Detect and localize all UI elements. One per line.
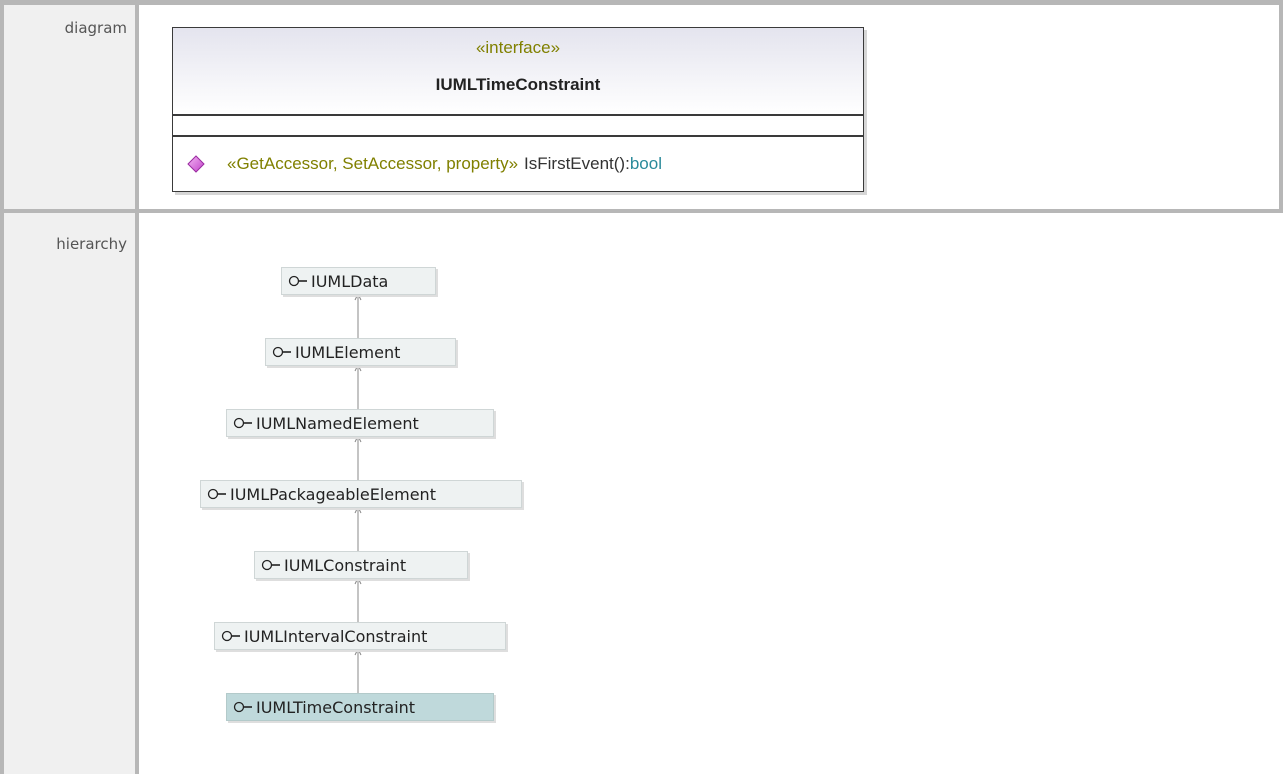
interface-lollipop-icon	[233, 701, 252, 713]
hierarchy-node-iumlelement[interactable]: IUMLElement	[265, 338, 456, 366]
interface-lollipop-icon	[233, 417, 252, 429]
hierarchy-node-iumltimeconstraint-current[interactable]: IUMLTimeConstraint	[226, 693, 494, 721]
hierarchy-node-iumlintervalconstraint[interactable]: IUMLIntervalConstraint	[214, 622, 506, 650]
hierarchy-node-iumlpackageableelement[interactable]: IUMLPackageableElement	[200, 480, 522, 508]
hierarchy-node-label: IUMLData	[311, 271, 389, 291]
generalization-arrows	[354, 292, 362, 693]
hierarchy-node-label: IUMLPackageableElement	[230, 484, 436, 504]
interface-lollipop-icon	[288, 275, 307, 287]
interface-lollipop-icon	[207, 488, 226, 500]
hierarchy-node-iumlconstraint[interactable]: IUMLConstraint	[254, 551, 468, 579]
hierarchy-node-label: IUMLTimeConstraint	[256, 697, 416, 717]
hierarchy-node-label: IUMLConstraint	[284, 555, 407, 575]
hierarchy-node-iumlnamedelement[interactable]: IUMLNamedElement	[226, 409, 494, 437]
hierarchy-node-label: IUMLIntervalConstraint	[244, 626, 428, 646]
hierarchy-node-label: IUMLElement	[295, 342, 401, 362]
interface-lollipop-icon	[272, 346, 291, 358]
interface-lollipop-icon	[221, 630, 240, 642]
hierarchy-node-label: IUMLNamedElement	[256, 413, 419, 433]
interface-lollipop-icon	[261, 559, 280, 571]
hierarchy-node-iumldata[interactable]: IUMLData	[281, 267, 436, 295]
